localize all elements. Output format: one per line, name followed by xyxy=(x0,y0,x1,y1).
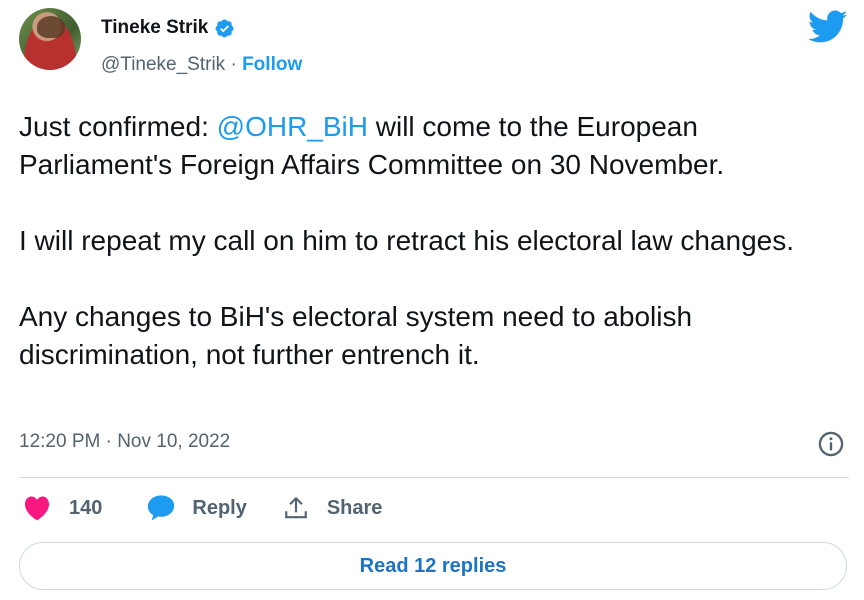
like-count: 140 xyxy=(69,496,103,519)
author-handle[interactable]: @Tineke_Strik xyxy=(101,54,225,75)
reply-label: Reply xyxy=(192,496,247,519)
tweet-paragraph-2: I will repeat my call on him to retract … xyxy=(19,225,794,256)
author-name-row: Tineke Strik xyxy=(101,17,235,39)
like-button[interactable]: 140 xyxy=(23,495,102,521)
follow-button[interactable]: Follow xyxy=(242,54,302,75)
tweet-paragraph-3: Any changes to BiH's electoral system ne… xyxy=(19,301,693,370)
reply-bubble-icon xyxy=(148,495,175,521)
verified-badge-icon xyxy=(215,19,234,37)
author-name[interactable]: Tineke Strik xyxy=(101,17,208,39)
tweet-actions: 140 Reply Share xyxy=(23,494,382,522)
share-button[interactable]: Share xyxy=(283,495,383,521)
read-replies-button[interactable]: Read 12 replies xyxy=(19,542,847,590)
tweet-text-segment: Just confirmed: xyxy=(19,111,217,142)
share-icon xyxy=(285,497,307,519)
avatar[interactable] xyxy=(19,8,81,70)
tweet-paragraph-1: Just confirmed: @OHR_BiH will come to th… xyxy=(19,108,849,184)
tweet-timestamp[interactable]: 12:20 PM · Nov 10, 2022 xyxy=(19,431,230,453)
handle-separator: · xyxy=(230,54,237,75)
share-label: Share xyxy=(326,496,383,519)
twitter-bird-icon[interactable] xyxy=(808,10,848,44)
author-handle-row: @Tineke_Strik · Follow xyxy=(101,54,302,76)
tweet-text: Just confirmed: @OHR_BiH will come to th… xyxy=(19,108,849,412)
mention-link[interactable]: @OHR_BiH xyxy=(217,111,368,142)
reply-button[interactable]: Reply xyxy=(146,494,247,522)
heart-icon xyxy=(24,496,50,521)
divider xyxy=(19,477,849,478)
info-icon[interactable] xyxy=(817,430,845,458)
